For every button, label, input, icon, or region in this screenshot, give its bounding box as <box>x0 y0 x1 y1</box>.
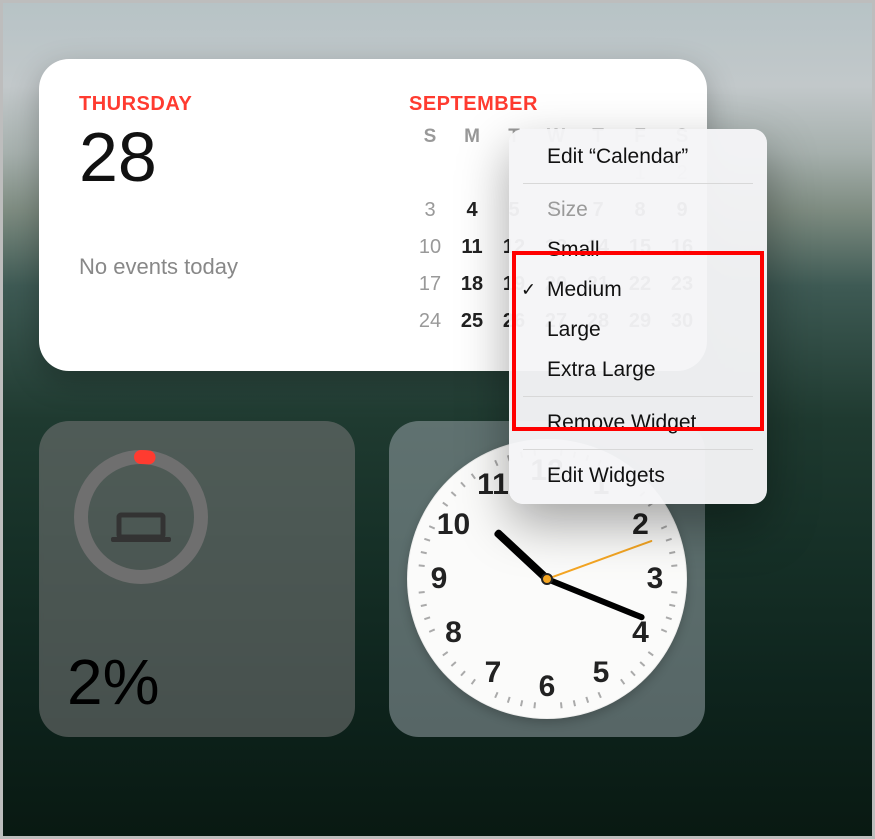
menu-separator <box>523 449 753 450</box>
clock-number: 6 <box>539 670 556 704</box>
clock-second-hand <box>547 540 653 580</box>
desktop-wallpaper: THURSDAY 28 No events today SEPTEMBER SM… <box>0 0 875 839</box>
menu-size-label: Extra Large <box>547 358 656 381</box>
clock-number: 3 <box>647 562 664 596</box>
clock-number: 11 <box>477 468 509 502</box>
calendar-date-cell <box>409 162 451 185</box>
menu-separator <box>523 183 753 184</box>
laptop-icon <box>119 515 163 537</box>
calendar-date-cell: 10 <box>409 236 451 259</box>
calendar-dow-cell: M <box>451 126 493 148</box>
battery-ring-svg <box>67 443 215 591</box>
check-icon: ✓ <box>521 280 536 301</box>
calendar-date-cell: 17 <box>409 273 451 296</box>
menu-size-option-medium[interactable]: ✓ Medium <box>509 270 767 310</box>
calendar-day-number: 28 <box>79 122 409 192</box>
calendar-date-cell <box>451 162 493 185</box>
clock-number: 7 <box>485 656 502 690</box>
calendar-date-cell: 25 <box>451 310 493 333</box>
battery-percent-label: 2% <box>67 645 160 719</box>
calendar-no-events-text: No events today <box>79 254 409 280</box>
clock-minute-hand <box>546 576 646 621</box>
clock-center-pin <box>541 573 553 585</box>
battery-widget[interactable]: 2% <box>39 421 355 737</box>
battery-ring <box>67 443 215 591</box>
clock-number: 2 <box>632 508 649 542</box>
clock-number: 9 <box>431 562 448 596</box>
menu-size-label: Small <box>547 238 600 261</box>
calendar-date-cell: 11 <box>451 236 493 259</box>
clock-hour-hand <box>493 528 550 582</box>
calendar-date-cell: 4 <box>451 199 493 222</box>
menu-size-option-extra-large[interactable]: Extra Large <box>509 350 767 390</box>
widget-context-menu: Edit “Calendar” Size Small ✓ Medium Large Ex… <box>509 129 767 504</box>
clock-number: 5 <box>593 656 610 690</box>
calendar-left-panel: THURSDAY 28 No events today <box>79 93 409 341</box>
menu-edit-widgets[interactable]: Edit Widgets <box>509 456 767 496</box>
calendar-month-label: SEPTEMBER <box>409 93 703 116</box>
menu-remove-widget[interactable]: Remove Widget <box>509 403 767 443</box>
calendar-date-cell: 3 <box>409 199 451 222</box>
menu-size-option-small[interactable]: Small <box>509 230 767 270</box>
menu-size-label: Large <box>547 318 601 341</box>
menu-edit-calendar[interactable]: Edit “Calendar” <box>509 137 767 177</box>
clock-number: 4 <box>632 616 649 650</box>
clock-number: 8 <box>445 616 462 650</box>
calendar-date-cell: 24 <box>409 310 451 333</box>
calendar-dow-cell: S <box>409 126 451 148</box>
menu-size-label: Medium <box>547 278 622 301</box>
calendar-date-cell: 18 <box>451 273 493 296</box>
menu-size-option-large[interactable]: Large <box>509 310 767 350</box>
menu-size-header: Size <box>509 190 767 230</box>
calendar-day-label: THURSDAY <box>79 93 409 116</box>
menu-separator <box>523 396 753 397</box>
clock-number: 10 <box>437 508 470 542</box>
